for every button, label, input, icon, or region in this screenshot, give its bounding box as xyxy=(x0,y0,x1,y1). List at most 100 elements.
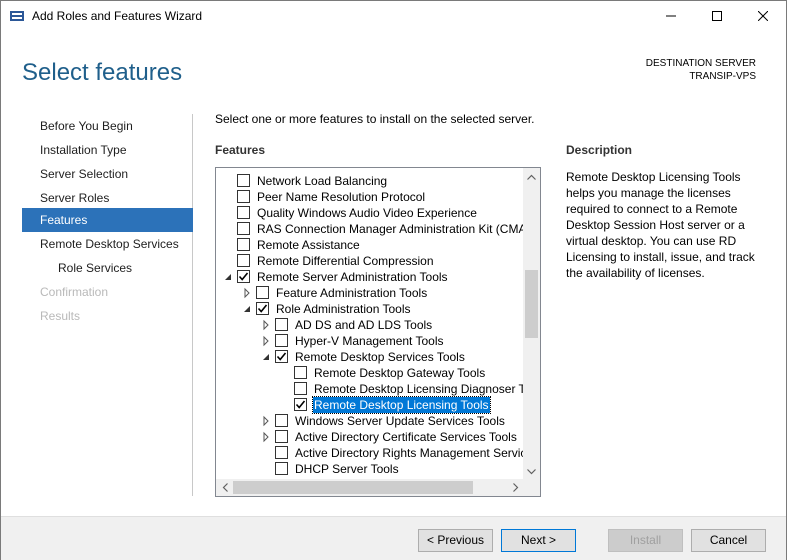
page-title: Select features xyxy=(22,59,183,86)
feature-tree-row[interactable]: Peer Name Resolution Protocol xyxy=(216,189,524,205)
destination-server-label: DESTINATION SERVER xyxy=(645,58,756,69)
nav-item-before-you-begin[interactable]: Before You Begin xyxy=(22,114,193,138)
scroll-down-arrow[interactable] xyxy=(523,463,540,480)
feature-tree-row[interactable]: DHCP Server Tools xyxy=(216,461,524,477)
nav-item-features[interactable]: Features xyxy=(22,208,193,232)
feature-label: Remote Differential Compression xyxy=(257,254,434,268)
feature-checkbox[interactable] xyxy=(237,190,250,203)
feature-tree-row[interactable]: Remote Desktop Services Tools xyxy=(216,349,524,365)
nav-item-remote-desktop-services[interactable]: Remote Desktop Services xyxy=(22,232,193,256)
feature-label: Remote Desktop Services Tools xyxy=(295,350,465,364)
nav-item-installation-type[interactable]: Installation Type xyxy=(22,138,193,162)
features-heading: Features xyxy=(215,143,266,157)
feature-checkbox[interactable] xyxy=(294,366,307,379)
maximize-button[interactable] xyxy=(694,1,740,31)
wizard-window: Add Roles and Features Wizard Select fea… xyxy=(0,0,787,560)
scroll-up-arrow[interactable] xyxy=(523,168,540,185)
feature-label: Role Administration Tools xyxy=(276,302,411,316)
collapsed-arrow-icon[interactable] xyxy=(260,431,272,443)
feature-tree-row[interactable]: Remote Server Administration Tools xyxy=(216,269,524,285)
collapsed-arrow-icon[interactable] xyxy=(260,319,272,331)
feature-label: Remote Assistance xyxy=(257,238,360,252)
description-text: Remote Desktop Licensing Tools helps you… xyxy=(566,170,755,280)
chevron-down-icon xyxy=(527,468,536,474)
feature-tree-row[interactable]: Remote Desktop Gateway Tools xyxy=(216,365,524,381)
feature-checkbox[interactable] xyxy=(275,414,288,427)
feature-checkbox[interactable] xyxy=(237,174,250,187)
next-button[interactable]: Next > xyxy=(501,529,576,552)
horizontal-scroll-thumb[interactable] xyxy=(233,481,473,494)
minimize-button[interactable] xyxy=(648,1,694,31)
feature-tree-row[interactable]: Quality Windows Audio Video Experience xyxy=(216,205,524,221)
vertical-scrollbar[interactable] xyxy=(523,168,540,480)
scroll-right-arrow[interactable] xyxy=(507,479,524,496)
feature-checkbox[interactable] xyxy=(275,430,288,443)
feature-label: Quality Windows Audio Video Experience xyxy=(257,206,477,220)
feature-tree-row[interactable]: Windows Server Update Services Tools xyxy=(216,413,524,429)
feature-checkbox[interactable] xyxy=(294,398,307,411)
wizard-nav: Before You Begin Installation Type Serve… xyxy=(22,114,193,496)
feature-label: Remote Server Administration Tools xyxy=(257,270,448,284)
feature-tree-row[interactable]: Active Directory Certificate Services To… xyxy=(216,429,524,445)
chevron-up-icon xyxy=(527,174,536,180)
expanded-arrow-icon[interactable] xyxy=(260,351,272,363)
feature-checkbox[interactable] xyxy=(275,446,288,459)
minimize-icon xyxy=(666,15,676,17)
window-title: Add Roles and Features Wizard xyxy=(32,9,203,23)
scroll-left-arrow[interactable] xyxy=(216,479,233,496)
description-heading: Description xyxy=(566,143,633,157)
feature-checkbox[interactable] xyxy=(256,286,269,299)
horizontal-scrollbar[interactable] xyxy=(216,479,524,496)
feature-checkbox[interactable] xyxy=(237,238,250,251)
feature-label: Windows Server Update Services Tools xyxy=(295,414,505,428)
checkmark-icon xyxy=(257,304,268,313)
feature-label: Active Directory Rights Management Servi… xyxy=(295,446,524,460)
vertical-scroll-thumb[interactable] xyxy=(525,270,538,338)
feature-tree-row[interactable]: Remote Differential Compression xyxy=(216,253,524,269)
feature-tree-row[interactable]: Remote Assistance xyxy=(216,237,524,253)
scrollbar-corner xyxy=(523,479,540,496)
expanded-arrow-icon[interactable] xyxy=(222,271,234,283)
collapsed-arrow-icon[interactable] xyxy=(241,287,253,299)
install-button: Install xyxy=(608,529,683,552)
features-tree[interactable]: Network Load Balancing Peer Name Resoluti… xyxy=(215,167,541,497)
nav-item-results: Results xyxy=(40,309,81,323)
feature-checkbox[interactable] xyxy=(275,334,288,347)
destination-server-name: TRANSIP-VPS xyxy=(689,71,756,82)
feature-checkbox[interactable] xyxy=(237,270,250,283)
feature-checkbox[interactable] xyxy=(237,222,250,235)
cancel-button[interactable]: Cancel xyxy=(691,529,766,552)
feature-tree-row[interactable]: RAS Connection Manager Administration Ki… xyxy=(216,221,524,237)
feature-tree-row[interactable]: Role Administration Tools xyxy=(216,301,524,317)
wizard-footer: < Previous Next > Install Cancel xyxy=(1,516,786,560)
feature-checkbox[interactable] xyxy=(275,350,288,363)
collapsed-arrow-icon[interactable] xyxy=(260,335,272,347)
feature-checkbox[interactable] xyxy=(237,254,250,267)
feature-label: Remote Desktop Licensing Tools xyxy=(312,396,491,414)
wizard-header: Select features DESTINATION SERVER TRANS… xyxy=(1,31,786,101)
nav-item-server-selection[interactable]: Server Selection xyxy=(22,162,193,186)
collapsed-arrow-icon[interactable] xyxy=(260,415,272,427)
feature-tree-row[interactable]: Active Directory Rights Management Servi… xyxy=(216,445,524,461)
checkmark-icon xyxy=(276,352,287,361)
feature-label: Active Directory Certificate Services To… xyxy=(295,430,517,444)
feature-tree-row[interactable]: Feature Administration Tools xyxy=(216,285,524,301)
previous-button[interactable]: < Previous xyxy=(418,529,493,552)
feature-tree-row[interactable]: Remote Desktop Licensing Diagnoser To xyxy=(216,381,524,397)
feature-tree-row[interactable]: Hyper-V Management Tools xyxy=(216,333,524,349)
feature-label: Hyper-V Management Tools xyxy=(295,334,444,348)
feature-checkbox[interactable] xyxy=(275,318,288,331)
feature-checkbox[interactable] xyxy=(294,382,307,395)
expanded-arrow-icon[interactable] xyxy=(241,303,253,315)
nav-item-server-roles[interactable]: Server Roles xyxy=(22,186,193,210)
close-button[interactable] xyxy=(740,1,786,31)
feature-label: Peer Name Resolution Protocol xyxy=(257,190,426,204)
feature-checkbox[interactable] xyxy=(237,206,250,219)
feature-tree-row[interactable]: Network Load Balancing xyxy=(216,173,524,189)
feature-label: AD DS and AD LDS Tools xyxy=(295,318,433,332)
feature-checkbox[interactable] xyxy=(256,302,269,315)
feature-tree-row[interactable]: Remote Desktop Licensing Tools xyxy=(216,396,524,414)
feature-checkbox[interactable] xyxy=(275,462,288,475)
nav-item-role-services[interactable]: Role Services xyxy=(22,256,193,280)
feature-tree-row[interactable]: AD DS and AD LDS Tools xyxy=(216,317,524,333)
